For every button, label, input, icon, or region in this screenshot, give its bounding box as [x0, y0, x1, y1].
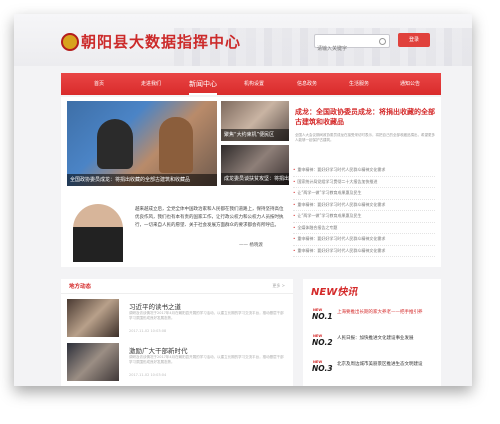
nav-item-news[interactable]: 新闻中心 [189, 73, 217, 95]
bullet-icon: • [293, 190, 296, 195]
search-icon[interactable] [379, 38, 386, 45]
search-input[interactable] [315, 43, 377, 55]
list-item[interactable]: • 重申精神：要好好学习时代人民群众精神文化需求 [293, 200, 435, 211]
featured-small-photo-2[interactable]: 成龙委员谈扶贫攻坚：将捐出 [221, 145, 289, 185]
flash-news-item[interactable]: NEW NO.3 北京及周边城市美丽景区推进生态文明建设 [311, 357, 437, 379]
flash-news-panel: NEW快讯 NEW NO.1 上海要推出长期的家大养老——把手推引养 NEW N… [303, 279, 441, 386]
flash-news-text[interactable]: 北京及周边城市美丽景区推进生态文明建设 [337, 361, 437, 368]
article-item[interactable]: 习近平的读书之道 调研及访谈情况于2017年4月在朝阳县开展的学习活动，以建立长… [67, 299, 289, 339]
login-button[interactable]: 登录 [398, 33, 430, 47]
photo-person [97, 119, 133, 169]
article-title[interactable]: 激励广大干部新时代 [129, 345, 188, 355]
nav-item-about[interactable]: 走进我们 [141, 73, 161, 95]
list-item[interactable]: • 全媒体融合报告之专题 [293, 223, 435, 234]
bullet-icon: • [293, 213, 296, 218]
list-item[interactable]: • 让“两学一做”学习教育成果惠及民生 [293, 211, 435, 223]
more-link[interactable]: 更多 > [272, 283, 285, 289]
flash-news-item[interactable]: NEW NO.1 上海要推出长期的家大养老——把手推引养 [311, 305, 437, 327]
nav-item-notices[interactable]: 通知公告 [400, 73, 420, 95]
flash-news-text[interactable]: 上海要推出长期的家大养老——把手推引养 [337, 309, 437, 316]
featured-small-caption-2[interactable]: 成龙委员谈扶贫攻坚：将捐出 [221, 173, 289, 185]
nav-item-government[interactable]: 信息政务 [297, 73, 317, 95]
nav-item-services[interactable]: 生活服务 [349, 73, 369, 95]
search-box[interactable] [314, 34, 390, 55]
article-thumbnail[interactable] [67, 299, 119, 337]
site-title: 朝阳县大数据指挥中心 [81, 33, 242, 51]
list-item[interactable]: • 重申精神：要好好学习时代人民群众精神文化需求 [293, 234, 435, 246]
photo-person [159, 117, 193, 173]
local-news-title: 地方动态 [69, 284, 92, 290]
bullet-icon: • [293, 236, 296, 241]
main-nav: 首页 走进我们 新闻中心 机构设置 信息政务 生活服务 通知公告 [61, 73, 441, 95]
featured-summary: 全国人大会议期间政协委员成龙在接受采访时表示，将把自己的全部收藏品捐出，希望更多… [295, 133, 435, 142]
featured-main-caption[interactable]: 全国政协委员成龙：将捐出收藏的全部古建筑和收藏品 [67, 174, 217, 186]
bullet-icon: • [293, 201, 296, 207]
site-window: 朝阳县大数据指挥中心 登录 首页 走进我们 新闻中心 机构设置 信息政务 生活服… [14, 14, 472, 386]
quote-text: 越来越成立后，全党全体中国政治家和人民都在我们道路上，保持坚持高位优良作风，我们… [135, 207, 284, 228]
article-date: 2017-11-02 10:03:04 [129, 373, 167, 377]
bullet-icon: • [293, 167, 296, 172]
local-news-header: 地方动态 更多 > [61, 279, 293, 294]
featured-main-photo[interactable]: 全国政协委员成龙：将捐出收藏的全部古建筑和收藏品 [67, 101, 217, 186]
featured-small-photo-1[interactable]: 聚焦“大约束机”便民区 [221, 101, 289, 141]
article-thumbnail[interactable] [67, 343, 119, 381]
bullet-icon: • [293, 247, 296, 253]
local-news-panel: 地方动态 更多 > 习近平的读书之道 调研及访谈情况于2017年4月在朝阳县开展… [61, 279, 293, 386]
bullet-icon: • [293, 178, 296, 184]
article-title[interactable]: 习近平的读书之道 [129, 301, 181, 311]
list-item[interactable]: • 重申精神：要好好学习时代人民群众精神文化需求 [293, 165, 435, 177]
article-description: 调研及访谈情况于2017年4月在朝阳县开展的学习活动，以建立长期的学习交流平台，… [129, 355, 284, 364]
speaker-portrait [73, 204, 123, 262]
flash-news-title: NEW快讯 [311, 287, 358, 298]
article-date: 2017-11-02 10:03:08 [129, 329, 167, 333]
bullet-icon: • [293, 224, 296, 230]
rank-badge: NEW NO.1 [312, 308, 333, 321]
news-list: • 重申精神：要好好学习时代人民群众精神文化需求 • 国家统计局党组学习贯彻二十大报… [293, 165, 435, 257]
quote-signature: —— 杨晓渡 [239, 243, 263, 248]
list-item[interactable]: • 国家统计局党组学习贯彻二十大报告加快推进 [293, 177, 435, 188]
rank-badge: NEW NO.3 [312, 360, 333, 373]
featured-headline[interactable]: 成龙：全国政协委员成龙：将捐出收藏的全部古建筑和收藏品 [295, 107, 435, 127]
national-emblem-icon [61, 33, 79, 51]
flash-news-text[interactable]: 人民日报：加快推进文化建设事业发展 [337, 335, 437, 342]
rank-badge: NEW NO.2 [312, 334, 333, 347]
site-header: 朝阳县大数据指挥中心 登录 [14, 14, 472, 66]
featured-small-caption-1[interactable]: 聚焦“大约束机”便民区 [221, 129, 289, 141]
list-item[interactable]: • 让“两学一做”学习教育成果惠及民生 [293, 188, 435, 200]
quote-box: 越来越成立后，全党全体中国政治家和人民都在我们道路上，保持坚持高位优良作风，我们… [67, 192, 287, 262]
nav-item-home[interactable]: 首页 [94, 73, 104, 95]
flash-news-item[interactable]: NEW NO.2 人民日报：加快推进文化建设事业发展 [311, 331, 437, 353]
nav-item-departments[interactable]: 机构设置 [244, 73, 264, 95]
featured-panel: 全国政协委员成龙：将捐出收藏的全部古建筑和收藏品 聚焦“大约束机”便民区 成龙委… [61, 97, 441, 267]
list-item[interactable]: • 重申精神：要好好学习时代人民群众精神文化需求 [293, 246, 435, 257]
article-description: 调研及访谈情况于2017年4月在朝阳县开展的学习活动，以建立长期的学习交流平台，… [129, 311, 284, 320]
article-item[interactable]: 激励广大干部新时代 调研及访谈情况于2017年4月在朝阳县开展的学习活动，以建立… [67, 343, 289, 383]
